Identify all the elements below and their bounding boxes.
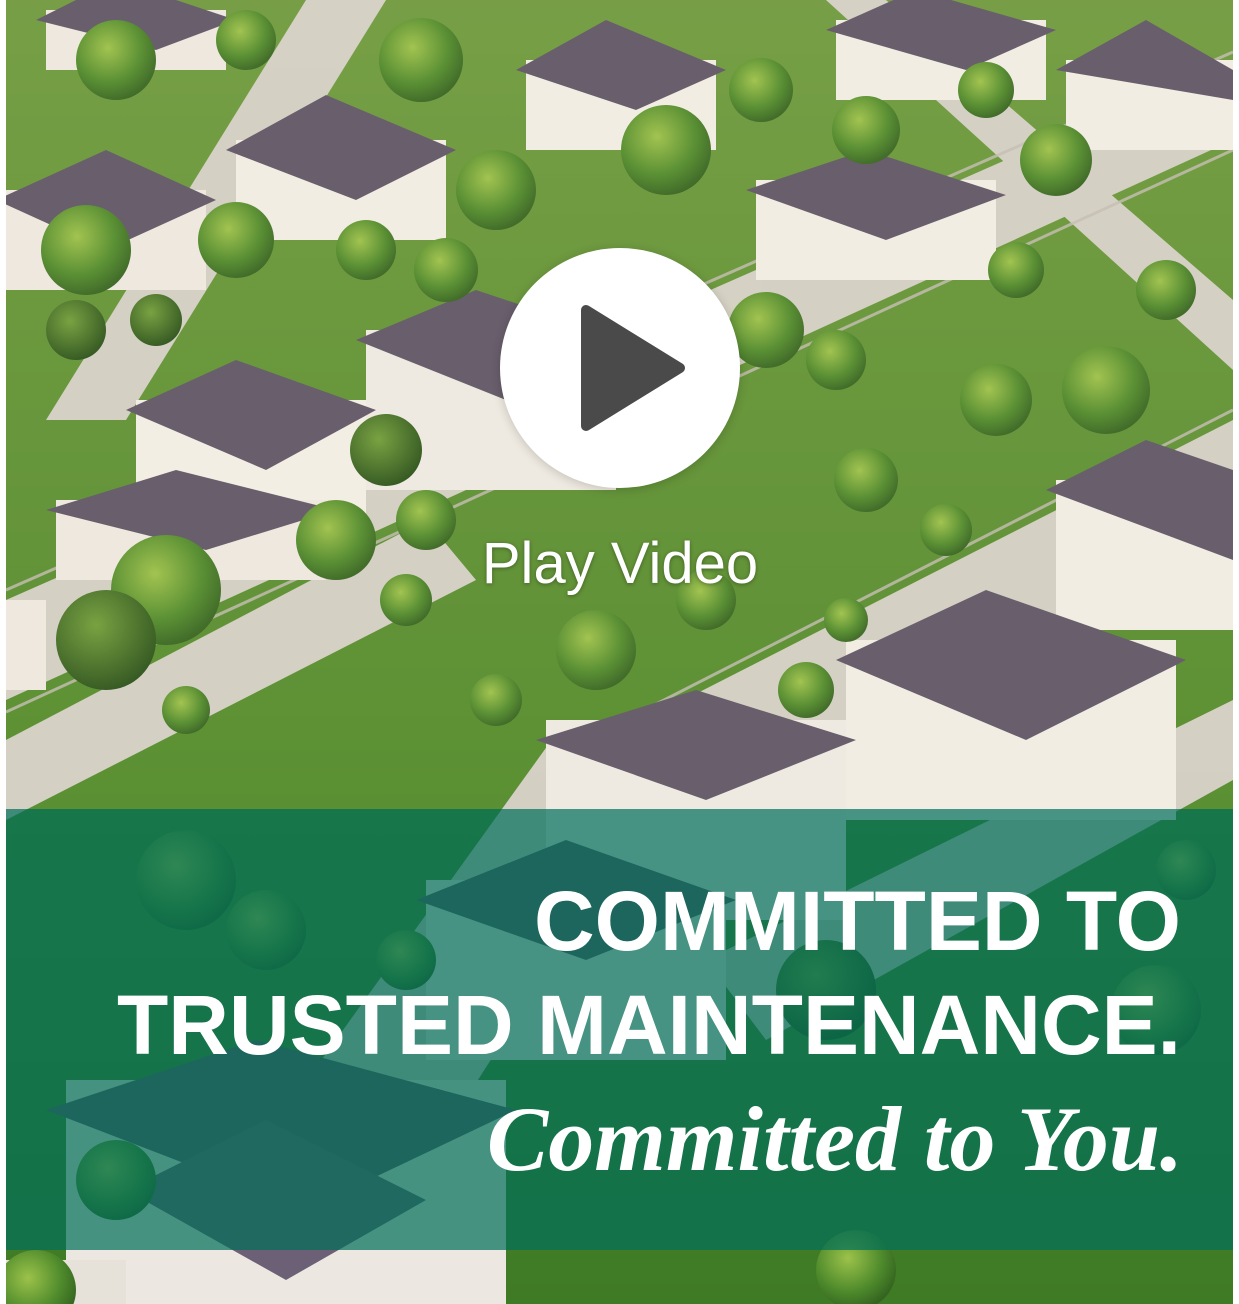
headline-line-2: TRUSTED MAINTENANCE. (117, 978, 1181, 1072)
play-video-label[interactable]: Play Video (380, 528, 860, 600)
tagline-text: Committed to You. (486, 1088, 1183, 1190)
play-video-button[interactable] (500, 248, 740, 488)
play-icon (581, 305, 685, 431)
tagline-banner: COMMITTED TO TRUSTED MAINTENANCE. Commit… (6, 809, 1233, 1250)
video-promo-card: Play Video COMMITTED TO TRUSTED MAINTENA… (0, 0, 1239, 1304)
headline-line-1: COMMITTED TO (533, 874, 1181, 968)
